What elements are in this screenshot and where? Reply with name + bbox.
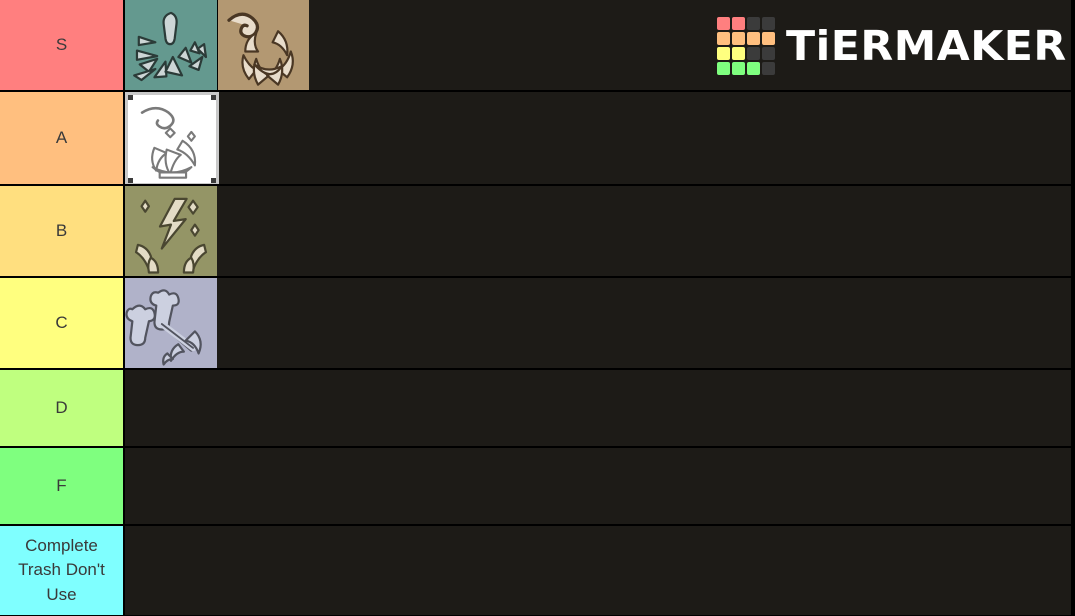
tiermaker-page: S A B C D F Complete Trash Don't Use TiERMAKER <box>0 0 1075 616</box>
tier-label-3[interactable]: B <box>0 186 125 276</box>
tier-label-5[interactable]: D <box>0 370 125 446</box>
tier-label-7[interactable]: Complete Trash Don't Use <box>0 526 125 615</box>
tier-row: C <box>0 278 1075 370</box>
logo-grid-icon <box>717 17 776 75</box>
logo-cell-r1-c3 <box>747 17 761 30</box>
logo-cell-r1-c4 <box>762 17 776 30</box>
tier-drop-zone[interactable] <box>125 92 1075 184</box>
tier-drop-zone[interactable] <box>125 370 1075 446</box>
resize-handle-bl[interactable] <box>128 178 133 183</box>
tiermaker-logo[interactable]: TiERMAKER <box>717 17 1066 75</box>
logo-cell-r3-c3 <box>747 47 761 60</box>
resize-handle-tr[interactable] <box>211 95 216 100</box>
logo-cell-r2-c3 <box>747 32 761 45</box>
tier-list: S A B C D F Complete Trash Don't Use <box>0 0 1075 615</box>
logo-cell-r4-c4 <box>762 62 776 75</box>
logo-wordmark: TiERMAKER <box>786 21 1067 70</box>
logo-cell-r4-c1 <box>717 62 731 75</box>
logo-cell-r3-c4 <box>762 47 776 60</box>
tier-label-1[interactable]: S <box>0 0 125 90</box>
logo-cell-r1-c1 <box>717 17 731 30</box>
tier-label-4[interactable]: C <box>0 278 125 368</box>
tier-drop-zone[interactable] <box>125 448 1075 524</box>
tier-item-light-fruit[interactable] <box>125 92 219 184</box>
resize-handle-br[interactable] <box>211 178 216 183</box>
tier-row: D <box>0 370 1075 448</box>
tier-row: B <box>0 186 1075 278</box>
tier-row: F <box>0 448 1075 526</box>
tier-item-sand-fruit[interactable] <box>217 0 309 90</box>
tier-drop-zone[interactable] <box>125 186 1075 276</box>
logo-cell-r2-c2 <box>732 32 746 45</box>
logo-cell-r3-c2 <box>732 47 746 60</box>
tier-drop-zone[interactable] <box>125 526 1075 615</box>
tier-drop-zone[interactable] <box>125 278 1075 368</box>
tier-item-spike-fruit[interactable] <box>125 0 217 90</box>
logo-cell-r2-c4 <box>762 32 776 45</box>
tier-item-rumble-fruit[interactable] <box>125 186 217 276</box>
tier-item-bone-fruit[interactable] <box>125 278 217 368</box>
logo-cell-r4-c3 <box>747 62 761 75</box>
tier-row: A <box>0 92 1075 186</box>
tier-label-2[interactable]: A <box>0 92 125 184</box>
logo-cell-r1-c2 <box>732 17 746 30</box>
logo-cell-r4-c2 <box>732 62 746 75</box>
tier-row: Complete Trash Don't Use <box>0 526 1075 615</box>
resize-handle-tl[interactable] <box>128 95 133 100</box>
logo-cell-r2-c1 <box>717 32 731 45</box>
logo-cell-r3-c1 <box>717 47 731 60</box>
tier-label-6[interactable]: F <box>0 448 125 524</box>
